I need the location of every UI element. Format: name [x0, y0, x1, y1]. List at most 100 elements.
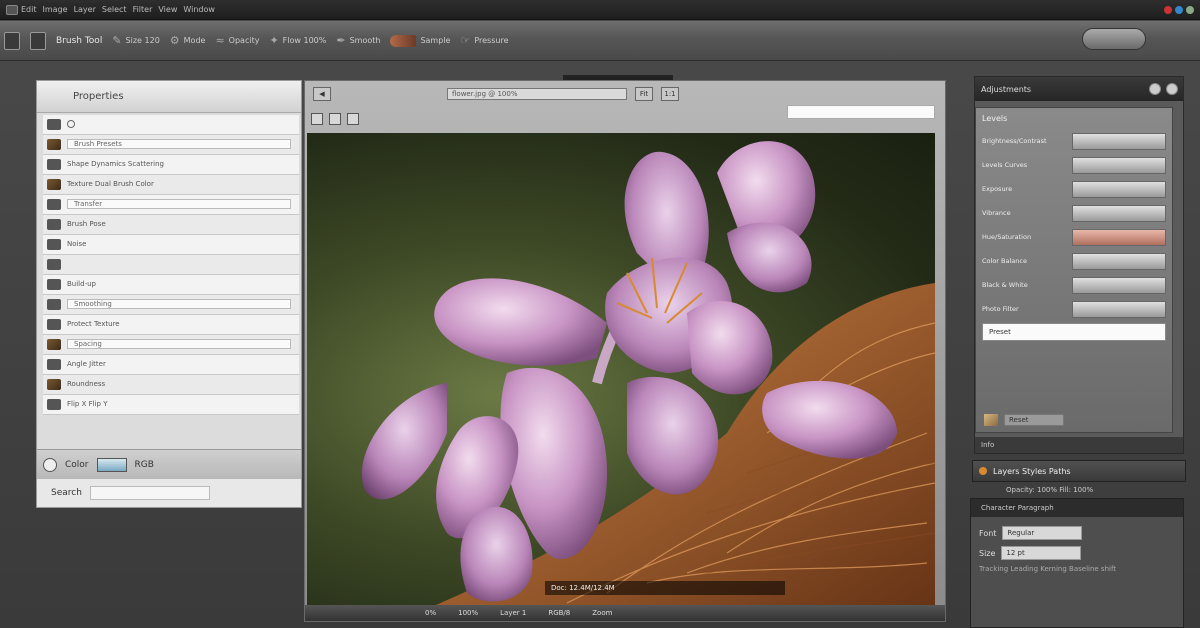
status-item: 0%: [425, 609, 437, 617]
list-item[interactable]: Shape Dynamics Scattering: [43, 155, 299, 175]
search-bar: Search: [37, 479, 301, 507]
brush-icon: [47, 138, 61, 150]
mode-toggle[interactable]: [1082, 28, 1146, 50]
adjustment-row[interactable]: Hue/Saturation: [982, 225, 1166, 249]
tool-size[interactable]: ✎ Size 120: [112, 34, 159, 47]
transfer-icon: [47, 198, 61, 210]
flower-photo: [361, 141, 935, 609]
list-item[interactable]: Protect Texture: [43, 315, 299, 335]
adjustment-title: Levels: [982, 114, 1008, 123]
flow-icon: ≈: [215, 34, 225, 47]
photo-canvas[interactable]: Doc: 12.4M/12.4M: [307, 133, 935, 609]
list-item[interactable]: Roundness: [43, 375, 299, 395]
document-tab[interactable]: [563, 75, 673, 80]
adjustment-slider[interactable]: [1072, 300, 1166, 318]
list-item[interactable]: [43, 255, 299, 275]
frame-icon[interactable]: [311, 113, 323, 125]
status-dot-red: [1164, 5, 1172, 14]
tool-pressure[interactable]: ☞ Pressure: [460, 34, 508, 47]
character-options-text: Tracking Leading Kerning Baseline shift: [979, 565, 1117, 573]
layer-icon: [47, 118, 61, 130]
color-radio[interactable]: [43, 457, 57, 472]
panel-close-icon[interactable]: [1166, 83, 1178, 95]
adjustment-slider[interactable]: [1072, 156, 1166, 174]
document-search-field[interactable]: [787, 105, 935, 119]
layer-indicator-icon: [979, 467, 987, 475]
list-item[interactable]: Angle Jitter: [43, 355, 299, 375]
tool-smooth[interactable]: ✒ Smooth: [336, 34, 380, 47]
status-item: Layer 1: [500, 609, 527, 617]
angle-icon: [47, 358, 61, 370]
list-item[interactable]: Texture Dual Brush Color: [43, 175, 299, 195]
list-item[interactable]: Brush Pose: [43, 215, 299, 235]
preset-field[interactable]: Preset: [982, 323, 1166, 341]
back-icon[interactable]: ◀: [313, 87, 331, 101]
list-item[interactable]: Noise: [43, 235, 299, 255]
brush-preview-icon[interactable]: [30, 31, 46, 50]
shape-icon: [47, 158, 61, 170]
list-item[interactable]: Spacing: [43, 335, 299, 355]
opacity-caption: Opacity: 100% Fill: 100%: [1006, 486, 1094, 494]
tool-sample[interactable]: Sample: [390, 34, 450, 47]
swatch-icon[interactable]: [984, 414, 998, 426]
grid-icon[interactable]: [347, 113, 359, 125]
edge-icon: [47, 258, 61, 270]
adjustment-row[interactable]: Levels Curves: [982, 153, 1166, 177]
font-style-field[interactable]: Regular: [1002, 526, 1083, 540]
radio-icon: [67, 120, 75, 129]
panel-menu-icon[interactable]: [1149, 83, 1161, 95]
list-item[interactable]: Smoothing: [43, 295, 299, 315]
tool-flow[interactable]: ✦ Flow 100%: [269, 34, 326, 47]
reset-button[interactable]: Reset: [1004, 414, 1064, 426]
fit-button[interactable]: Fit: [635, 87, 653, 101]
list-item[interactable]: Brush Presets: [43, 135, 299, 155]
menu-edit[interactable]: Edit: [6, 4, 37, 15]
adjustment-row[interactable]: Black & White: [982, 273, 1166, 297]
menu-layer[interactable]: Layer: [74, 5, 96, 14]
list-item[interactable]: [43, 115, 299, 135]
layers-tabs-label[interactable]: Layers Styles Paths: [993, 467, 1071, 476]
options-toolbar: Brush Tool ✎ Size 120 ⚙ Mode ≈ Opacity ✦ Flo…: [0, 21, 1200, 61]
pen-icon: ✒: [336, 34, 346, 47]
list-item[interactable]: Flip X Flip Y: [43, 395, 299, 415]
menu-image[interactable]: Image: [43, 5, 68, 14]
list-item[interactable]: Build-up: [43, 275, 299, 295]
adjustment-slider[interactable]: [1072, 204, 1166, 222]
adjustment-row[interactable]: Color Balance: [982, 249, 1166, 273]
size-label: Size: [979, 548, 996, 558]
adjustment-slider[interactable]: [1072, 180, 1166, 198]
menu-view[interactable]: View: [158, 5, 177, 14]
font-size-field[interactable]: 12 pt: [1001, 546, 1082, 560]
current-tool-label: Brush Tool: [56, 35, 103, 46]
panel-header: Adjustments: [975, 77, 1183, 101]
document-window: ◀ flower.jpg @ 100% Fit 1:1 Doc: 12.4M/1…: [304, 75, 946, 622]
tool-preset-icon[interactable]: [4, 31, 20, 50]
color-swatch[interactable]: [96, 457, 127, 472]
adjustment-row[interactable]: Photo Filter: [982, 297, 1166, 321]
adjustment-slider[interactable]: [1072, 252, 1166, 270]
adjustment-slider[interactable]: [1072, 228, 1166, 246]
search-label: Search: [51, 488, 82, 498]
search-input[interactable]: [89, 486, 210, 500]
list-item[interactable]: Transfer: [43, 195, 299, 215]
adjustments-body: Levels Brightness/Contrast Levels Curves…: [975, 107, 1173, 433]
tool-opacity[interactable]: ≈ Opacity: [215, 34, 259, 47]
menu-select[interactable]: Select: [102, 5, 127, 14]
adjustment-slider[interactable]: [1072, 276, 1166, 294]
actual-size-button[interactable]: 1:1: [661, 87, 679, 101]
menu-filter[interactable]: Filter: [133, 5, 153, 14]
crop-icon[interactable]: [329, 113, 341, 125]
document-path: flower.jpg @ 100%: [447, 88, 627, 100]
status-item: 100%: [458, 609, 479, 617]
noise-icon: [47, 238, 61, 250]
flip-icon: [47, 398, 61, 410]
tool-mode[interactable]: ⚙ Mode: [170, 34, 206, 47]
adjustment-row[interactable]: Brightness/Contrast: [982, 129, 1166, 153]
brush-settings-panel: Properties Brush Presets Shape Dynamics …: [36, 80, 302, 508]
document-header: ◀ flower.jpg @ 100% Fit 1:1: [305, 81, 945, 107]
menu-window[interactable]: Window: [183, 5, 215, 14]
adjustment-slider[interactable]: [1072, 132, 1166, 150]
size-row: Size 12 pt: [979, 543, 1175, 563]
adjustment-row[interactable]: Vibrance: [982, 201, 1166, 225]
adjustment-row[interactable]: Exposure: [982, 177, 1166, 201]
